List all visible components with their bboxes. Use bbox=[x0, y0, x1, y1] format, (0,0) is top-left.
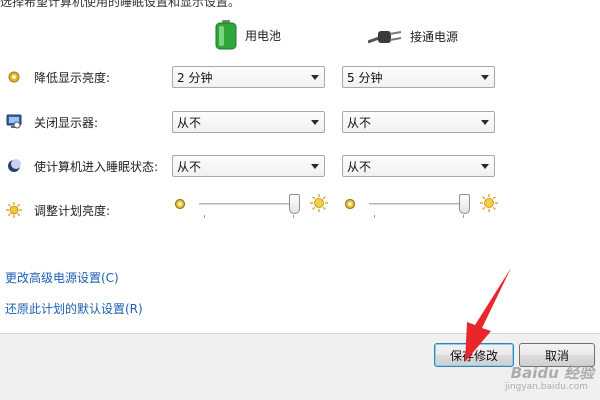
red-arrow-icon bbox=[465, 268, 511, 362]
annotation-arrow-overlay bbox=[465, 268, 511, 362]
watermark-logo: Baidu 经验 bbox=[510, 364, 594, 382]
watermark-url: jingyan.baidu.com bbox=[504, 382, 588, 392]
